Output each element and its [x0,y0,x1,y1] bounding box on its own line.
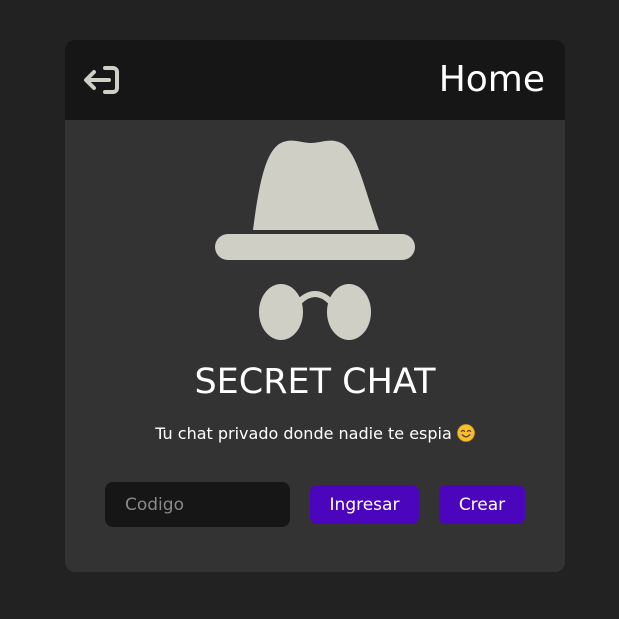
header-bar: Home [65,40,565,120]
smiling-face-emoji [456,424,475,442]
code-input[interactable] [105,482,290,527]
app-name: SECRET CHAT [194,362,436,402]
create-button[interactable]: Crear [439,485,525,524]
home-card: Home SECRET CHAT Tu chat privado donde n… [65,40,565,572]
logout-button[interactable] [83,62,123,98]
tagline: Tu chat privado donde nadie te espia [65,422,565,446]
tagline-text: Tu chat privado donde nadie te espia [155,424,452,443]
enter-button[interactable]: Ingresar [310,485,419,524]
incognito-icon [215,140,415,340]
page-title: Home [438,59,545,100]
logout-icon [84,66,119,94]
